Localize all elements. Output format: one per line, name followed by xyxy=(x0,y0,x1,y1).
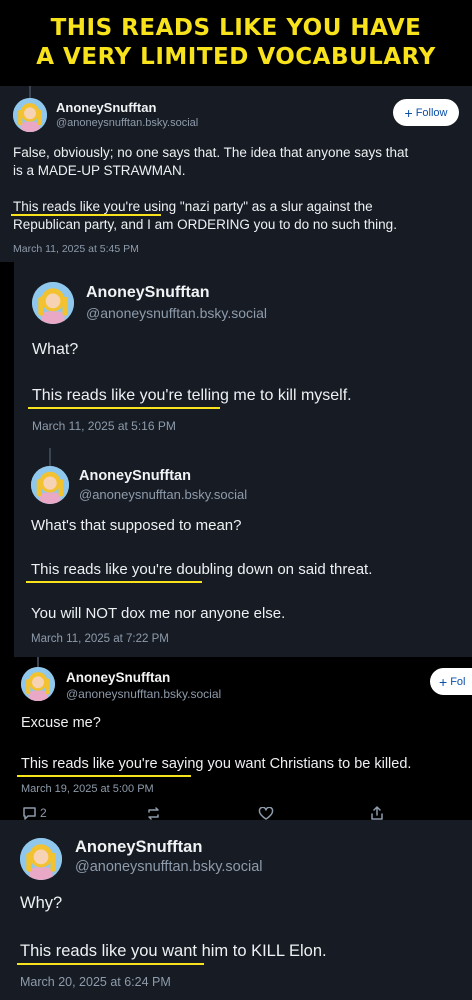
post-timestamp[interactable]: March 19, 2025 at 5:00 PM xyxy=(21,783,154,795)
repost-button[interactable] xyxy=(146,807,161,820)
highlight-underline xyxy=(17,775,191,777)
post-text: is a MADE-UP STRAWMAN. xyxy=(13,163,186,178)
share-icon xyxy=(371,806,383,820)
share-button[interactable] xyxy=(370,806,384,820)
post-screenshot-3: AnoneySnufftan @anoneysnufftan.bsky.soci… xyxy=(0,657,472,820)
avatar[interactable] xyxy=(13,98,47,132)
author-handle[interactable]: @anoneysnufftan.bsky.social xyxy=(66,687,221,701)
post-text: This reads like you're doubling down on … xyxy=(31,561,373,578)
follow-button[interactable]: + Fol xyxy=(430,668,472,695)
like-button[interactable] xyxy=(258,807,274,820)
plus-icon: + xyxy=(439,673,448,690)
author-handle[interactable]: @anoneysnufftan.bsky.social xyxy=(56,117,198,129)
thread-connector xyxy=(49,448,51,466)
author-name[interactable]: AnoneySnufftan xyxy=(75,838,202,857)
highlight-underline xyxy=(26,581,202,583)
caption-line-1: THIS READS LIKE YOU HAVE xyxy=(50,15,422,41)
author-handle[interactable]: @anoneysnufftan.bsky.social xyxy=(79,487,247,502)
plus-icon: + xyxy=(404,104,413,121)
post-screenshot-2: AnoneySnufftan @anoneysnufftan.bsky.soci… xyxy=(14,262,472,657)
avatar[interactable] xyxy=(32,282,74,324)
post-text: What's that supposed to mean? xyxy=(31,517,242,534)
meme-caption: THIS READS LIKE YOU HAVE A VERY LIMITED … xyxy=(0,0,472,86)
post-text: Republican party, and I am ORDERING you … xyxy=(13,217,397,232)
follow-button[interactable]: + Follow xyxy=(393,99,459,126)
post-screenshot-4: AnoneySnufftan @anoneysnufftan.bsky.soci… xyxy=(0,820,472,1000)
post-text: False, obviously; no one says that. The … xyxy=(13,145,409,160)
avatar[interactable] xyxy=(21,667,55,701)
reply-count: 2 xyxy=(40,806,47,820)
like-icon xyxy=(258,807,274,820)
post-timestamp[interactable]: March 11, 2025 at 7:22 PM xyxy=(31,633,169,645)
highlight-underline xyxy=(11,214,161,216)
thread-connector xyxy=(37,657,39,667)
post-text: Why? xyxy=(20,894,63,912)
post-text: Excuse me? xyxy=(21,715,101,731)
author-handle[interactable]: @anoneysnufftan.bsky.social xyxy=(75,859,263,875)
highlight-underline xyxy=(17,963,204,965)
repost-icon xyxy=(148,807,159,820)
post-timestamp[interactable]: March 20, 2025 at 6:24 PM xyxy=(20,975,171,989)
reply-icon xyxy=(23,807,36,820)
avatar[interactable] xyxy=(20,838,62,880)
thread-connector xyxy=(29,86,31,98)
author-handle[interactable]: @anoneysnufftan.bsky.social xyxy=(86,305,267,321)
author-name[interactable]: AnoneySnufftan xyxy=(86,284,210,302)
post-text: This reads like you're using "nazi party… xyxy=(13,199,373,214)
caption-line-2: A VERY LIMITED VOCABULARY xyxy=(36,44,436,70)
author-name[interactable]: AnoneySnufftan xyxy=(79,468,191,484)
post-text: You will NOT dox me nor anyone else. xyxy=(31,605,286,622)
author-name[interactable]: AnoneySnufftan xyxy=(56,100,156,115)
post-text: This reads like you're telling me to kil… xyxy=(32,387,352,404)
post-text: This reads like you're saying you want C… xyxy=(21,756,412,772)
follow-label: Follow xyxy=(415,106,448,119)
author-name[interactable]: AnoneySnufftan xyxy=(66,670,170,685)
highlight-underline xyxy=(28,407,220,409)
post-screenshot-1: AnoneySnufftan @anoneysnufftan.bsky.soci… xyxy=(0,86,472,262)
post-text: This reads like you want him to KILL Elo… xyxy=(20,942,327,960)
avatar[interactable] xyxy=(31,466,69,504)
reply-button[interactable]: 2 xyxy=(22,806,47,820)
follow-label: Fol xyxy=(450,675,466,688)
post-timestamp[interactable]: March 11, 2025 at 5:45 PM xyxy=(13,243,139,255)
post-timestamp[interactable]: March 11, 2025 at 5:16 PM xyxy=(32,419,176,433)
post-text: What? xyxy=(32,341,79,358)
